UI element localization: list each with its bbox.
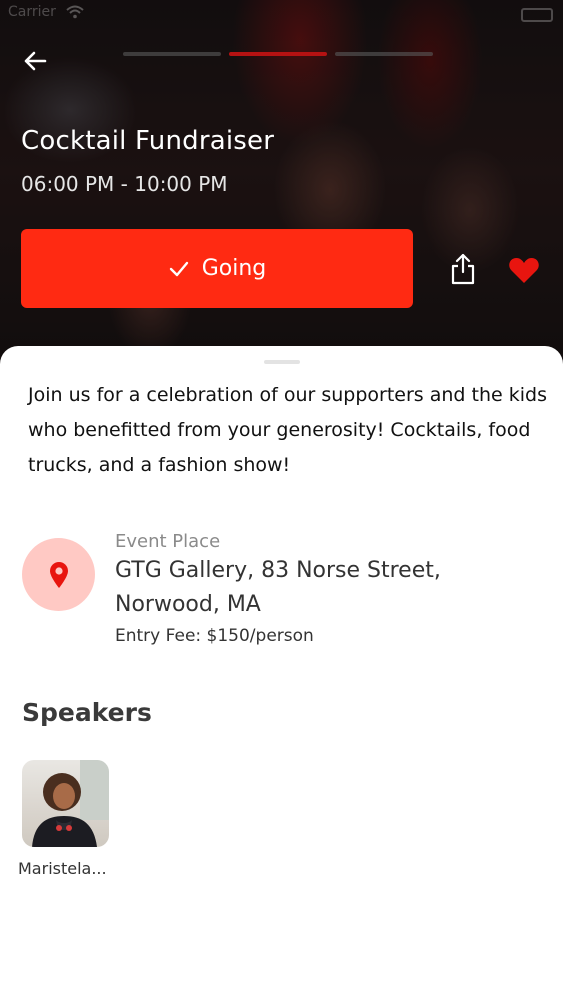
- heart-icon[interactable]: [508, 256, 540, 284]
- wifi-icon: [66, 5, 84, 19]
- going-label: Going: [201, 256, 267, 281]
- place-address[interactable]: GTG Gallery, 83 Norse Street, Norwood, M…: [115, 554, 545, 622]
- progress-segment-active: [229, 52, 327, 56]
- battery-icon: [521, 8, 553, 22]
- event-description: Join us for a celebration of our support…: [28, 384, 547, 476]
- event-time: 06:00 PM - 10:00 PM: [21, 172, 228, 196]
- location-pin-badge: [22, 538, 95, 611]
- drag-handle[interactable]: [264, 360, 300, 364]
- entry-fee: Entry Fee: $150/person: [115, 626, 314, 646]
- speakers-heading: Speakers: [22, 698, 152, 727]
- event-title: Cocktail Fundraiser: [21, 126, 275, 156]
- carrier-label: Carrier: [8, 4, 56, 20]
- share-icon[interactable]: [448, 252, 478, 286]
- speaker-card[interactable]: Maristela...: [18, 760, 118, 878]
- location-pin-icon: [49, 561, 68, 588]
- back-arrow-icon[interactable]: [20, 46, 50, 76]
- speaker-avatar: [22, 760, 109, 847]
- speaker-photo: [32, 760, 109, 847]
- progress-segment: [123, 52, 221, 56]
- check-icon: [169, 261, 188, 276]
- story-progress-bars: [123, 52, 433, 57]
- event-details-sheet: Join us for a celebration of our support…: [0, 346, 563, 1000]
- status-bar: Carrier: [0, 0, 563, 28]
- going-button[interactable]: Going: [21, 229, 413, 308]
- place-label: Event Place: [115, 531, 221, 552]
- progress-segment: [335, 52, 433, 56]
- speaker-name: Maristela...: [18, 859, 107, 878]
